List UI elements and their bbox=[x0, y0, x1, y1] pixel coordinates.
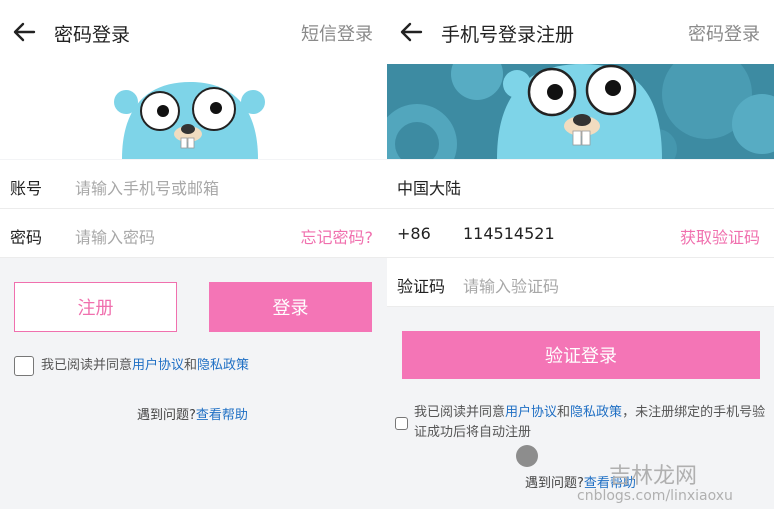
agreement-text: 我已阅读并同意用户协议和隐私政策，未注册绑定的手机号验证成功后将自动注册 bbox=[414, 403, 770, 443]
gopher-mascot bbox=[114, 82, 265, 159]
top-bar: 密码登录 短信登录 bbox=[0, 0, 387, 64]
page-title: 密码登录 bbox=[54, 24, 131, 46]
help-text: 遇到问题?查看帮助 bbox=[137, 404, 248, 423]
top-bar: 手机号登录注册 密码登录 bbox=[387, 0, 774, 64]
password-login-screen: 密码登录 短信登录 账号 请输入手机号或邮箱 密码 请输入密码 忘记密码? 注册… bbox=[0, 0, 387, 509]
agree-and: 和 bbox=[557, 405, 571, 420]
user-agreement-link[interactable]: 用户协议 bbox=[505, 405, 557, 420]
verify-code-input[interactable]: 请输入验证码 bbox=[463, 273, 559, 297]
country-code[interactable]: +86 bbox=[397, 224, 431, 243]
gopher-banner bbox=[0, 64, 387, 159]
verify-code-row: 验证码 请输入验证码 bbox=[387, 258, 774, 307]
region-row[interactable]: 中国大陆 bbox=[387, 160, 774, 209]
agreement-text: 我已阅读并同意用户协议和隐私政策 bbox=[41, 356, 249, 376]
verify-code-label: 验证码 bbox=[397, 277, 446, 296]
password-label: 密码 bbox=[10, 228, 43, 247]
agree-prefix: 我已阅读并同意 bbox=[414, 405, 506, 420]
account-input[interactable]: 请输入手机号或邮箱 bbox=[75, 175, 219, 199]
phone-input[interactable]: 114514521 bbox=[463, 224, 555, 243]
register-button[interactable]: 注册 bbox=[14, 282, 177, 332]
forgot-password-link[interactable]: 忘记密码? bbox=[301, 224, 374, 248]
region-label[interactable]: 中国大陆 bbox=[397, 175, 461, 199]
privacy-policy-link[interactable]: 隐私政策 bbox=[570, 405, 622, 420]
agree-checkbox[interactable] bbox=[395, 417, 408, 430]
agree-checkbox[interactable] bbox=[14, 356, 34, 376]
watermark-site: cnblogs.com/linxiaoxu bbox=[577, 488, 733, 504]
password-row: 密码 请输入密码 忘记密码? bbox=[0, 209, 387, 258]
gopher-banner bbox=[387, 64, 774, 159]
back-arrow-icon[interactable] bbox=[397, 18, 425, 46]
help-prefix: 遇到问题? bbox=[525, 476, 584, 491]
privacy-policy-link[interactable]: 隐私政策 bbox=[197, 358, 249, 373]
verify-login-button[interactable]: 验证登录 bbox=[402, 331, 760, 379]
sms-login-switch[interactable]: 短信登录 bbox=[301, 20, 373, 46]
user-agreement-link[interactable]: 用户协议 bbox=[132, 358, 184, 373]
login-button[interactable]: 登录 bbox=[209, 282, 372, 332]
touch-indicator bbox=[516, 445, 538, 467]
get-code-button[interactable]: 获取验证码 bbox=[680, 224, 760, 248]
back-arrow-icon[interactable] bbox=[10, 18, 38, 46]
phone-login-screen: 手机号登录注册 密码登录 中国大陆 +86 114514521 获取验证码 验证… bbox=[387, 0, 774, 509]
agree-prefix: 我已阅读并同意 bbox=[41, 358, 133, 373]
help-link[interactable]: 查看帮助 bbox=[196, 408, 248, 423]
gopher-mascot bbox=[387, 64, 774, 159]
agree-and: 和 bbox=[184, 358, 198, 373]
page-title: 手机号登录注册 bbox=[441, 24, 575, 46]
account-label: 账号 bbox=[10, 179, 43, 198]
account-row: 账号 请输入手机号或邮箱 bbox=[0, 160, 387, 209]
help-prefix: 遇到问题? bbox=[137, 408, 196, 423]
password-login-switch[interactable]: 密码登录 bbox=[688, 20, 760, 46]
password-input[interactable]: 请输入密码 bbox=[75, 224, 155, 248]
watermark-brand: 吉林龙网 bbox=[609, 464, 698, 489]
phone-row: +86 114514521 获取验证码 bbox=[387, 209, 774, 258]
